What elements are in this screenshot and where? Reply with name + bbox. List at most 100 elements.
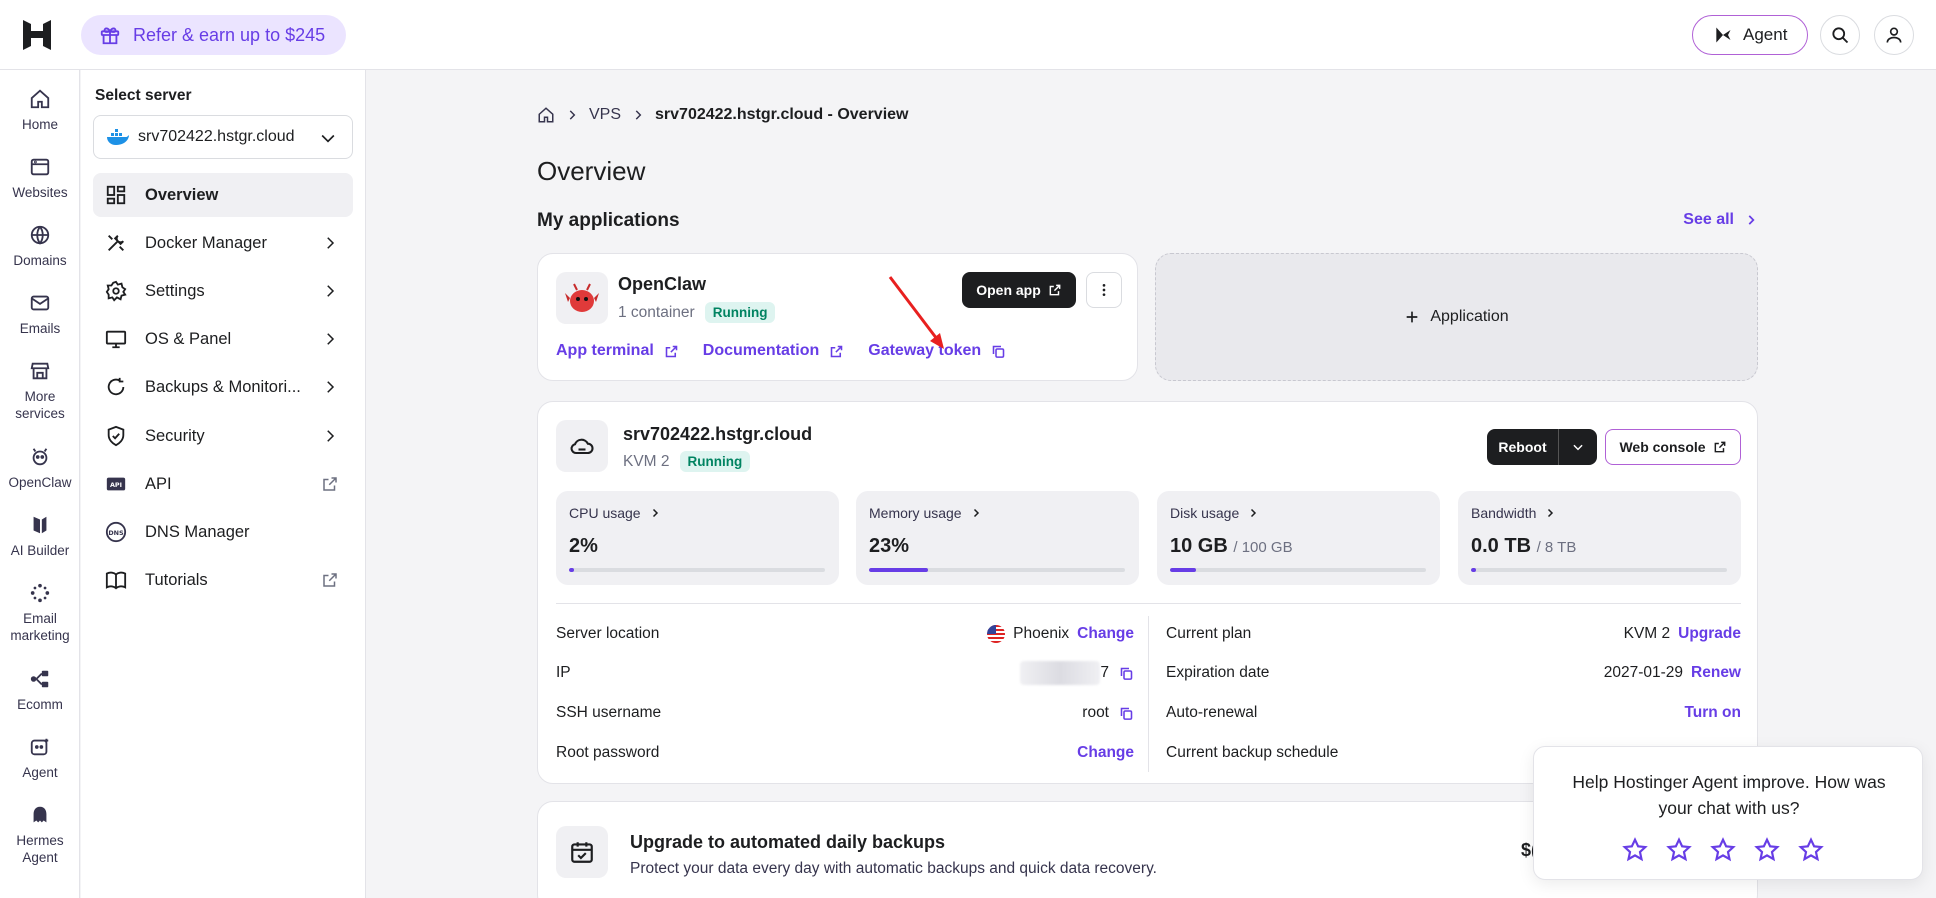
refer-label: Refer & earn up to $245 xyxy=(133,24,326,45)
cpu-usage-stat[interactable]: CPU usage 2% xyxy=(556,491,839,585)
upgrade-link[interactable]: Upgrade xyxy=(1678,625,1741,643)
home-icon[interactable] xyxy=(537,106,555,124)
nav-item-backups-monitoring[interactable]: Backups & Monitori... xyxy=(93,365,353,409)
web-console-button[interactable]: Web console xyxy=(1605,429,1741,465)
backup-promo-subtitle: Protect your data every day with automat… xyxy=(630,860,1157,877)
gift-icon xyxy=(99,24,121,46)
server-cloud-icon xyxy=(556,420,608,472)
documentation-link[interactable]: Documentation xyxy=(703,342,844,360)
chevron-right-icon xyxy=(1734,213,1758,227)
breadcrumb-current: srv702422.hstgr.cloud - Overview xyxy=(655,106,909,123)
nav-label: Overview xyxy=(145,185,219,204)
rail-item-home[interactable]: Home xyxy=(0,88,80,133)
auto-renewal-row: Auto-renewal Turn on xyxy=(1166,701,1741,725)
rail-label: Emails xyxy=(19,321,61,336)
detail-label: SSH username xyxy=(556,704,662,721)
copy-icon[interactable] xyxy=(1119,706,1134,721)
star-3-icon[interactable] xyxy=(1710,837,1754,863)
stat-label: CPU usage xyxy=(569,505,661,521)
nav-label: Settings xyxy=(145,281,205,300)
memory-usage-stat[interactable]: Memory usage 23% xyxy=(856,491,1139,585)
app-containers: 1 container xyxy=(618,303,695,321)
nav-item-settings[interactable]: Settings xyxy=(93,269,353,313)
star-rating xyxy=(1622,837,1842,863)
nav-item-os-panel[interactable]: OS & Panel xyxy=(93,317,353,361)
server-select[interactable]: srv702422.hstgr.cloud xyxy=(93,115,353,159)
expiration-date-row: Expiration date 2027-01-29 Renew xyxy=(1166,661,1741,685)
divider xyxy=(556,603,1741,604)
nav-item-docker-manager[interactable]: Docker Manager xyxy=(93,221,353,265)
add-application-button[interactable]: Application xyxy=(1155,253,1758,381)
detail-value: Phoenix xyxy=(1013,625,1070,642)
stat-label: Disk usage xyxy=(1170,505,1259,521)
stat-progress-bar xyxy=(1471,568,1727,572)
rail-label: Home xyxy=(21,117,58,132)
nav-item-api[interactable]: API API xyxy=(93,462,353,506)
external-link-icon xyxy=(819,344,844,359)
reboot-options-button[interactable] xyxy=(1559,440,1597,454)
star-5-icon[interactable] xyxy=(1798,837,1842,863)
status-badge: Running xyxy=(704,302,776,323)
app-links: App terminal Documentation Gateway token xyxy=(556,342,1030,360)
account-button[interactable] xyxy=(1874,15,1914,55)
renew-link[interactable]: Renew xyxy=(1691,664,1741,682)
rail-item-ecomm[interactable]: Ecomm xyxy=(0,668,80,713)
reboot-button[interactable]: Reboot xyxy=(1487,429,1559,465)
rail-label: More services xyxy=(15,389,65,421)
search-button[interactable] xyxy=(1820,15,1860,55)
nav-item-tutorials[interactable]: Tutorials xyxy=(93,558,353,602)
hostinger-logo-icon[interactable] xyxy=(20,18,54,52)
open-app-button[interactable]: Open app xyxy=(962,272,1076,308)
reboot-button-group: Reboot xyxy=(1487,429,1597,465)
change-password-link[interactable]: Change xyxy=(1077,744,1134,762)
star-4-icon[interactable] xyxy=(1754,837,1798,863)
email-marketing-icon xyxy=(29,582,51,610)
plus-icon xyxy=(1404,309,1430,325)
stat-value: 23% xyxy=(869,535,910,557)
ip-row: IP 7 xyxy=(556,661,1134,685)
stat-progress-bar xyxy=(1170,568,1426,572)
chevron-right-icon xyxy=(321,234,339,252)
see-all-link[interactable]: See all xyxy=(1683,211,1758,229)
agent-button[interactable]: Agent xyxy=(1692,15,1808,55)
monitor-icon xyxy=(105,328,127,350)
stat-label: Bandwidth xyxy=(1471,505,1556,521)
copy-icon[interactable] xyxy=(981,344,1006,359)
divider xyxy=(1148,616,1149,772)
chevron-right-icon xyxy=(321,330,339,348)
breadcrumb-vps[interactable]: VPS xyxy=(589,106,621,124)
app-terminal-link[interactable]: App terminal xyxy=(556,342,679,360)
rail-item-ai-builder[interactable]: AI Builder xyxy=(0,514,80,559)
bandwidth-stat[interactable]: Bandwidth 0.0 TB / 8 TB xyxy=(1458,491,1741,585)
nav-item-overview[interactable]: Overview xyxy=(93,173,353,217)
api-icon: API xyxy=(105,473,127,495)
nav-item-security[interactable]: Security xyxy=(93,414,353,458)
app-name: OpenClaw xyxy=(618,274,707,294)
external-link-icon xyxy=(1041,283,1062,297)
change-location-link[interactable]: Change xyxy=(1077,625,1134,643)
refer-earn-button[interactable]: Refer & earn up to $245 xyxy=(81,15,346,55)
left-rail: Home Websites Domains Emails More servic… xyxy=(0,70,80,898)
rail-item-emails[interactable]: Emails xyxy=(0,292,80,337)
detail-value: KVM 2 xyxy=(1623,625,1671,642)
nav-label: DNS Manager xyxy=(145,522,250,541)
disk-usage-stat[interactable]: Disk usage 10 GB / 100 GB xyxy=(1157,491,1440,585)
nav-label: API xyxy=(145,474,172,493)
star-2-icon[interactable] xyxy=(1666,837,1710,863)
rail-item-domains[interactable]: Domains xyxy=(0,224,80,269)
rail-item-hermes-agent[interactable]: Hermes Agent xyxy=(0,804,80,866)
rail-item-openclaw[interactable]: OpenClaw xyxy=(0,446,80,491)
rail-item-agent[interactable]: Agent xyxy=(0,736,80,781)
app-meta: 1 container Running xyxy=(618,302,776,323)
star-1-icon[interactable] xyxy=(1622,837,1666,863)
more-options-button[interactable] xyxy=(1086,272,1122,308)
rail-item-email-marketing[interactable]: Email marketing xyxy=(0,582,80,644)
rail-item-websites[interactable]: Websites xyxy=(0,156,80,201)
chevron-right-icon xyxy=(321,282,339,300)
server-panel: Select server srv702422.hstgr.cloud Over… xyxy=(81,70,366,898)
rail-item-more-services[interactable]: More services xyxy=(0,360,80,422)
turn-on-link[interactable]: Turn on xyxy=(1684,704,1741,722)
detail-label: Expiration date xyxy=(1166,664,1270,681)
copy-icon[interactable] xyxy=(1119,666,1134,681)
nav-item-dns-manager[interactable]: DNS DNS Manager xyxy=(93,510,353,554)
